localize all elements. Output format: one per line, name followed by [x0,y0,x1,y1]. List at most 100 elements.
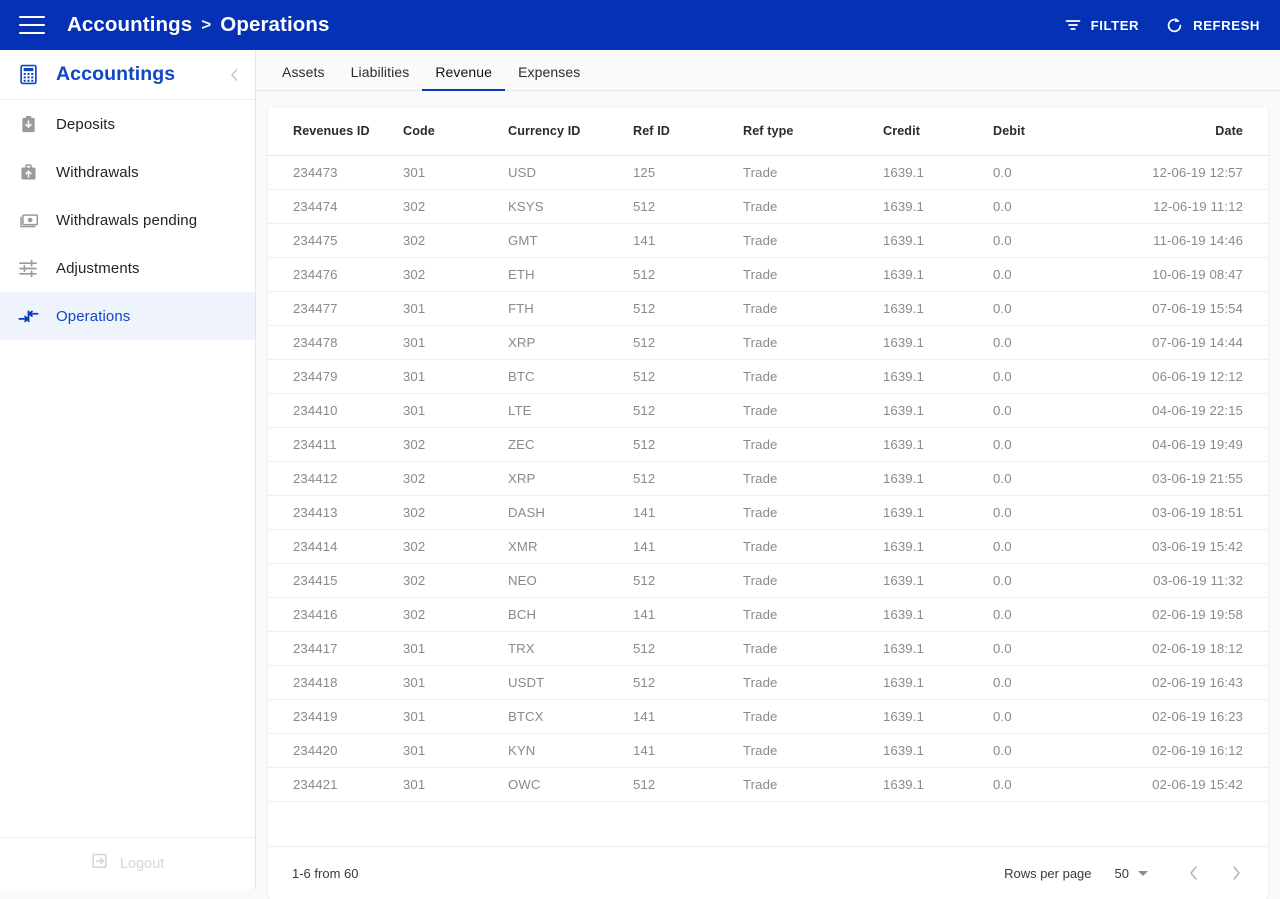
cell-revenues-id: 234416 [268,597,403,632]
column-header-ref-id[interactable]: Ref ID [633,107,743,156]
tab-revenue[interactable]: Revenue [422,64,506,91]
cell-credit: 1639.1 [883,495,993,530]
rows-per-page-select[interactable]: 50 [1115,866,1148,881]
cell-code: 301 [403,291,508,326]
cell-revenues-id: 234479 [268,359,403,394]
sidebar-item-operations[interactable]: Operations [0,292,255,340]
cell-code: 301 [403,393,508,428]
filter-icon [1064,16,1082,34]
cell-debit: 0.0 [993,155,1123,190]
column-header-debit[interactable]: Debit [993,107,1123,156]
table-row[interactable]: 234421 301 OWC 512 Trade 1639.1 0.0 02-06-19 15… [268,767,1268,802]
cell-code: 302 [403,257,508,292]
cell-date: 12-06-19 12:57 [1123,155,1268,190]
cell-ref-id: 512 [633,359,743,394]
breadcrumb-root[interactable]: Accountings [67,13,192,37]
cell-date: 02-06-19 16:23 [1123,699,1268,734]
cell-currency-id: XRP [508,461,633,496]
table-row[interactable]: 234410 301 LTE 512 Trade 1639.1 0.0 04-06-19 22… [268,393,1268,428]
cell-ref-type: Trade [743,699,883,734]
app-bar-actions: FILTER REFRESH [1064,16,1260,35]
table-row[interactable]: 234411 302 ZEC 512 Trade 1639.1 0.0 04-06-19 19… [268,427,1268,462]
filter-button-label: FILTER [1090,17,1140,33]
next-page-button[interactable] [1228,864,1244,882]
cell-currency-id: BTCX [508,699,633,734]
tab-liabilities[interactable]: Liabilities [338,64,423,91]
table-row[interactable]: 234412 302 XRP 512 Trade 1639.1 0.0 03-06-19 21… [268,461,1268,496]
cell-debit: 0.0 [993,597,1123,632]
cell-currency-id: KYN [508,733,633,768]
cell-ref-id: 141 [633,733,743,768]
cell-currency-id: ZEC [508,427,633,462]
cell-ref-type: Trade [743,291,883,326]
table-row[interactable]: 234474 302 KSYS 512 Trade 1639.1 0.0 12-06-19 1… [268,189,1268,224]
cell-credit: 1639.1 [883,393,993,428]
cell-credit: 1639.1 [883,359,993,394]
previous-page-button[interactable] [1186,864,1202,882]
sidebar-item-adjustments[interactable]: Adjustments [0,244,255,292]
column-header-date[interactable]: Date [1123,107,1268,156]
cell-credit: 1639.1 [883,155,993,190]
column-header-code[interactable]: Code [403,107,508,156]
pagination-controls: Rows per page 50 [1004,864,1244,882]
cell-revenues-id: 234414 [268,529,403,564]
cell-ref-id: 512 [633,325,743,360]
breadcrumb-current: Operations [220,13,330,36]
deposit-clipboard-down-icon [0,115,56,134]
sidebar-item-withdrawals-pending[interactable]: Withdrawals pending [0,196,255,244]
tab-assets[interactable]: Assets [269,64,338,91]
cell-debit: 0.0 [993,393,1123,428]
cell-debit: 0.0 [993,359,1123,394]
tab-bar: Assets Liabilities Revenue Expenses [256,50,1280,91]
tab-expenses[interactable]: Expenses [505,64,593,91]
cell-ref-type: Trade [743,325,883,360]
cell-debit: 0.0 [993,529,1123,564]
cell-code: 301 [403,733,508,768]
cell-revenues-id: 234473 [268,155,403,190]
cell-revenues-id: 234410 [268,393,403,428]
filter-button[interactable]: FILTER [1064,16,1139,34]
calculator-icon [0,64,56,85]
cell-date: 07-06-19 15:54 [1123,291,1268,326]
revenue-table-card: Revenues ID Code Currency ID Ref ID Ref … [268,107,1268,899]
hamburger-menu-icon[interactable] [19,16,45,34]
logout-button[interactable]: Logout [0,837,255,889]
table-row[interactable]: 234420 301 KYN 141 Trade 1639.1 0.0 02-06-19 16… [268,733,1268,768]
table-row[interactable]: 234478 301 XRP 512 Trade 1639.1 0.0 07-06-19 14… [268,325,1268,360]
cell-credit: 1639.1 [883,461,993,496]
table-row[interactable]: 234415 302 NEO 512 Trade 1639.1 0.0 03-06-19 11… [268,563,1268,598]
withdrawal-briefcase-up-icon [0,163,56,182]
sidebar-item-withdrawals[interactable]: Withdrawals [0,148,255,196]
cell-revenues-id: 234474 [268,189,403,224]
page-nav [1186,864,1244,882]
sidebar-collapse-chevron-left-icon[interactable] [228,67,241,82]
cell-date: 02-06-19 16:12 [1123,733,1268,768]
table-row[interactable]: 234413 302 DASH 141 Trade 1639.1 0.0 03-06-19 1… [268,495,1268,530]
column-header-currency-id[interactable]: Currency ID [508,107,633,156]
cell-date: 02-06-19 19:58 [1123,597,1268,632]
table-row[interactable]: 234416 302 BCH 141 Trade 1639.1 0.0 02-06-19 19… [268,597,1268,632]
table-row[interactable]: 234473 301 USD 125 Trade 1639.1 0.0 12-06-19 12… [268,155,1268,190]
column-header-revenues-id[interactable]: Revenues ID [268,107,403,156]
cell-credit: 1639.1 [883,767,993,802]
cell-date: 12-06-19 11:12 [1123,189,1268,224]
table-row[interactable]: 234476 302 ETH 512 Trade 1639.1 0.0 10-06-19 08… [268,257,1268,292]
sidebar-item-deposits[interactable]: Deposits [0,100,255,148]
sidebar-item-label: Operations [56,307,131,325]
cell-credit: 1639.1 [883,529,993,564]
table-row[interactable]: 234418 301 USDT 512 Trade 1639.1 0.0 02-06-19 1… [268,665,1268,700]
cell-currency-id: TRX [508,631,633,666]
table-row[interactable]: 234477 301 FTH 512 Trade 1639.1 0.0 07-06-19 15… [268,291,1268,326]
cell-credit: 1639.1 [883,223,993,258]
column-header-ref-type[interactable]: Ref type [743,107,883,156]
table-row[interactable]: 234414 302 XMR 141 Trade 1639.1 0.0 03-06-19 15… [268,529,1268,564]
table-row[interactable]: 234419 301 BTCX 141 Trade 1639.1 0.0 02-06-19 1… [268,699,1268,734]
table-row[interactable]: 234479 301 BTC 512 Trade 1639.1 0.0 06-06-19 12… [268,359,1268,394]
refresh-button[interactable]: REFRESH [1165,16,1260,35]
column-header-credit[interactable]: Credit [883,107,993,156]
table-row[interactable]: 234475 302 GMT 141 Trade 1639.1 0.0 11-06-19 14… [268,223,1268,258]
cell-currency-id: XRP [508,325,633,360]
cell-date: 04-06-19 19:49 [1123,427,1268,462]
table-row[interactable]: 234417 301 TRX 512 Trade 1639.1 0.0 02-06-19 18… [268,631,1268,666]
cell-debit: 0.0 [993,189,1123,224]
